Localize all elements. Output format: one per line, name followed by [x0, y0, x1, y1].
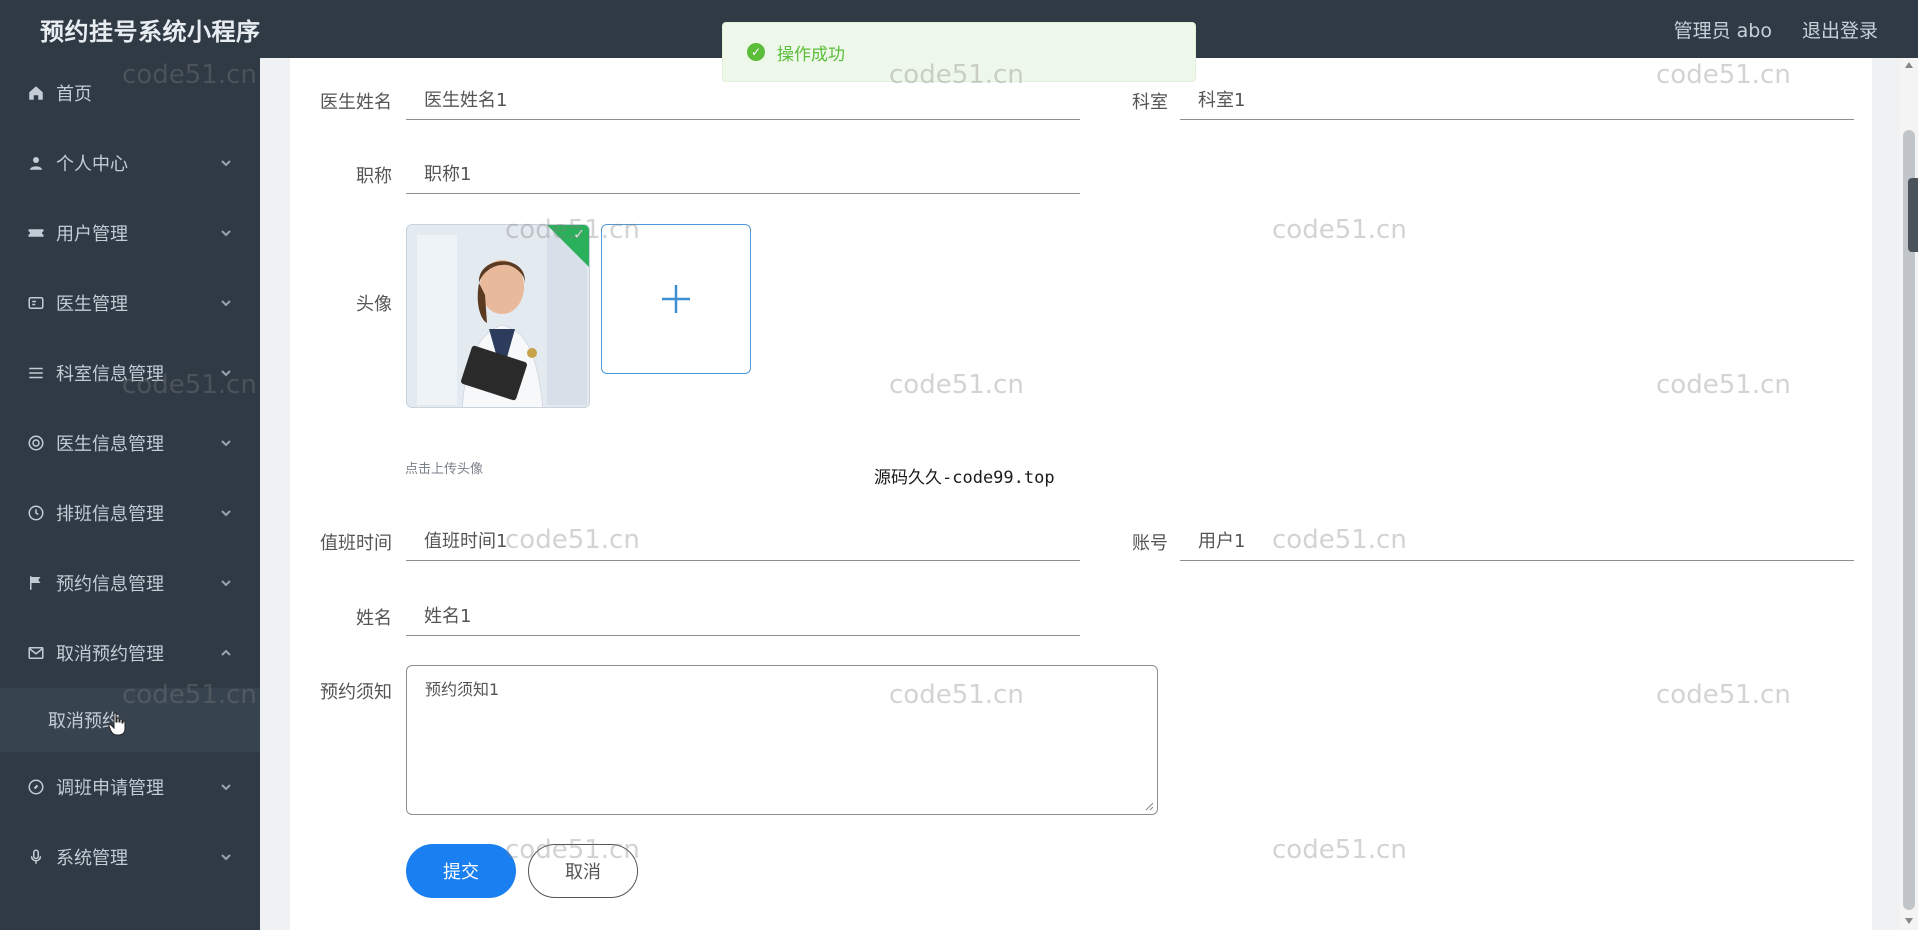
resize-grip-icon[interactable] — [1144, 801, 1154, 811]
user-icon — [26, 153, 46, 173]
sidebar-item-personal-center[interactable]: 个人中心 — [0, 128, 260, 198]
duty-time-field[interactable] — [406, 519, 1080, 561]
toast-message: 操作成功 — [777, 44, 845, 65]
compass-icon — [26, 777, 46, 797]
sidebar-item-label: 排班信息管理 — [56, 504, 164, 525]
home-icon — [26, 83, 46, 103]
clock-icon — [26, 503, 46, 523]
duty-time-label: 值班时间 — [320, 533, 392, 554]
success-toast: ✓ 操作成功 — [722, 22, 1196, 82]
department-input[interactable] — [1198, 88, 1854, 109]
sidebar-item-department-info[interactable]: 科室信息管理 — [0, 338, 260, 408]
upload-hint: 点击上传头像 — [405, 462, 484, 477]
doctor-name-input[interactable] — [424, 88, 1080, 109]
duty-time-input[interactable] — [424, 529, 1080, 550]
notice-label: 预约须知 — [320, 682, 392, 703]
chevron-down-icon — [220, 577, 232, 589]
check-icon: ✓ — [573, 227, 585, 243]
current-user-label: 管理员 abo — [1673, 19, 1772, 42]
sidebar-item-system-management[interactable]: 系统管理 — [0, 822, 260, 892]
sidebar-item-doctor-management[interactable]: 医生管理 — [0, 268, 260, 338]
doctor-name-field[interactable] — [406, 78, 1080, 120]
ticket-icon — [26, 223, 46, 243]
sidebar-item-appointment-info[interactable]: 预约信息管理 — [0, 548, 260, 618]
list-icon — [26, 363, 46, 383]
mail-icon — [26, 643, 46, 663]
overlay-source-text: 源码久久-code99.top — [874, 468, 1055, 488]
check-circle-icon: ✓ — [747, 43, 765, 61]
chevron-down-icon — [220, 367, 232, 379]
department-field[interactable] — [1180, 78, 1854, 120]
doctor-name-label: 医生姓名 — [320, 92, 392, 113]
upload-avatar-button[interactable] — [601, 224, 751, 374]
chevron-down-icon — [220, 157, 232, 169]
account-input[interactable] — [1198, 529, 1854, 550]
side-tool-tab[interactable] — [1908, 178, 1918, 252]
name-label: 姓名 — [356, 608, 392, 629]
submit-button[interactable]: 提交 — [406, 844, 516, 898]
chevron-down-icon — [220, 437, 232, 449]
sidebar-item-doctor-info[interactable]: 医生信息管理 — [0, 408, 260, 478]
chevron-down-icon — [220, 227, 232, 239]
chevron-down-icon — [220, 781, 232, 793]
chevron-down-icon — [220, 297, 232, 309]
sidebar-item-label: 首页 — [56, 84, 92, 105]
sidebar-item-shift-request[interactable]: 调班申请管理 — [0, 752, 260, 822]
scroll-down-icon[interactable] — [1905, 918, 1913, 924]
header-actions: 管理员 abo 退出登录 — [1674, 16, 1878, 43]
id-card-icon — [26, 293, 46, 313]
notice-textarea[interactable]: 预约须知1 — [425, 676, 1139, 804]
hand-cursor-icon — [108, 712, 126, 736]
sidebar-subitem-cancel-appointment[interactable]: 取消预约 — [0, 688, 260, 752]
plus-icon — [662, 285, 690, 313]
flag-icon — [26, 573, 46, 593]
sidebar-item-label: 科室信息管理 — [56, 364, 164, 385]
account-field[interactable] — [1180, 519, 1854, 561]
sidebar-item-label: 取消预约管理 — [56, 644, 164, 665]
name-input[interactable] — [424, 604, 1080, 625]
sidebar-item-label: 调班申请管理 — [56, 778, 164, 799]
sidebar-item-label: 系统管理 — [56, 848, 128, 869]
chevron-down-icon — [220, 507, 232, 519]
title-field[interactable] — [406, 152, 1080, 194]
app-title: 预约挂号系统小程序 — [40, 17, 261, 46]
mic-icon — [26, 847, 46, 867]
notice-field[interactable]: 预约须知1 — [406, 665, 1158, 815]
logout-link[interactable]: 退出登录 — [1802, 16, 1878, 43]
sidebar-item-cancel-appointment-management[interactable]: 取消预约管理 — [0, 618, 260, 688]
department-label: 科室 — [1132, 92, 1168, 113]
name-field[interactable] — [406, 594, 1080, 636]
sidebar-item-label: 医生管理 — [56, 294, 128, 315]
sidebar-item-user-management[interactable]: 用户管理 — [0, 198, 260, 268]
avatar-thumbnail[interactable]: ✓ — [406, 224, 590, 408]
account-label: 账号 — [1132, 533, 1168, 554]
sidebar-item-label: 预约信息管理 — [56, 574, 164, 595]
sidebar-item-schedule-info[interactable]: 排班信息管理 — [0, 478, 260, 548]
avatar-label: 头像 — [356, 294, 392, 315]
chevron-down-icon — [220, 851, 232, 863]
sidebar-item-label: 个人中心 — [56, 154, 128, 175]
chevron-up-icon — [220, 647, 232, 659]
sidebar-item-home[interactable]: 首页 — [0, 58, 260, 128]
title-label: 职称 — [356, 166, 392, 187]
sidebar-item-label: 用户管理 — [56, 224, 128, 245]
cancel-button[interactable]: 取消 — [528, 844, 638, 898]
lifebuoy-icon — [26, 433, 46, 453]
sidebar: 首页 个人中心 用户管理 医生管理 科室信息管理 医生信息管理 排班信息管理 预… — [0, 58, 260, 930]
title-input[interactable] — [424, 162, 1080, 183]
sidebar-item-label: 医生信息管理 — [56, 434, 164, 455]
scroll-up-icon[interactable] — [1905, 62, 1913, 68]
